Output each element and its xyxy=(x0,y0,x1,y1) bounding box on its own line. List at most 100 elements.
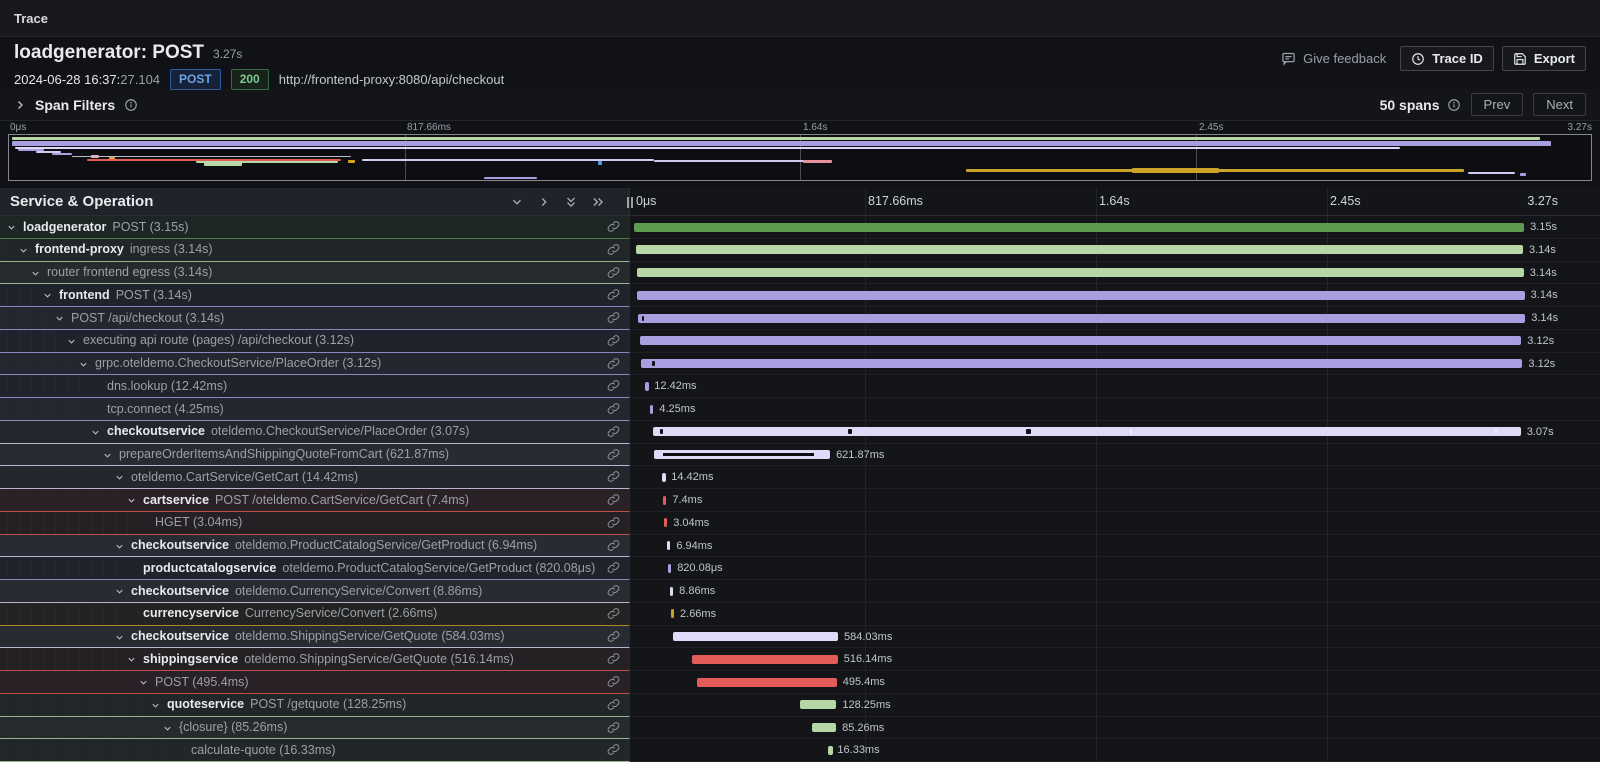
span-timeline-cell[interactable]: 820.08μs xyxy=(630,557,1600,580)
span-bar[interactable] xyxy=(673,632,838,641)
span-link-icon[interactable] xyxy=(607,493,620,506)
chevron-down-icon[interactable] xyxy=(78,359,89,370)
span-timeline-cell[interactable]: 16.33ms xyxy=(630,739,1600,762)
chevron-down-icon[interactable] xyxy=(126,654,137,665)
span-row[interactable]: checkoutserviceoteldemo.CurrencyService/… xyxy=(0,580,1600,603)
span-name-cell[interactable]: tcp.connect (4.25ms) xyxy=(0,398,630,421)
chevron-down-icon[interactable] xyxy=(42,290,53,301)
chevron-down-icon[interactable] xyxy=(6,222,17,233)
span-timeline-cell[interactable]: 621.87ms xyxy=(630,444,1600,467)
span-timeline-cell[interactable]: 495.4ms xyxy=(630,671,1600,694)
span-bar[interactable] xyxy=(697,678,837,687)
span-bar[interactable] xyxy=(650,405,653,414)
span-link-icon[interactable] xyxy=(607,334,620,347)
span-link-icon[interactable] xyxy=(607,448,620,461)
span-filters-label[interactable]: Span Filters xyxy=(35,97,115,113)
span-link-icon[interactable] xyxy=(607,675,620,688)
chevron-down-icon[interactable] xyxy=(162,723,173,734)
minimap-viewport[interactable] xyxy=(8,134,1592,181)
span-timeline-cell[interactable]: 4.25ms xyxy=(630,398,1600,421)
give-feedback-button[interactable]: Give feedback xyxy=(1275,47,1392,70)
span-link-icon[interactable] xyxy=(607,698,620,711)
span-link-icon[interactable] xyxy=(607,425,620,438)
span-bar[interactable] xyxy=(636,245,1523,254)
span-link-icon[interactable] xyxy=(607,516,620,529)
span-timeline-cell[interactable]: 6.94ms xyxy=(630,535,1600,558)
span-link-icon[interactable] xyxy=(607,652,620,665)
span-name-cell[interactable]: checkoutserviceoteldemo.ProductCatalogSe… xyxy=(0,535,630,558)
span-row[interactable]: frontendPOST (3.14s) 3.14s xyxy=(0,284,1600,307)
span-row[interactable]: POST (495.4ms) 495.4ms xyxy=(0,671,1600,694)
span-link-icon[interactable] xyxy=(607,630,620,643)
span-row[interactable]: tcp.connect (4.25ms) 4.25ms xyxy=(0,398,1600,421)
span-name-cell[interactable]: oteldemo.CartService/GetCart (14.42ms) xyxy=(0,466,630,489)
span-name-cell[interactable]: quoteservicePOST /getquote (128.25ms) xyxy=(0,694,630,717)
span-name-cell[interactable]: grpc.oteldemo.CheckoutService/PlaceOrder… xyxy=(0,353,630,376)
chevron-down-icon[interactable] xyxy=(126,495,137,506)
span-link-icon[interactable] xyxy=(607,357,620,370)
span-row[interactable]: router frontend egress (3.14s) 3.14s xyxy=(0,262,1600,285)
expand-all-icon[interactable] xyxy=(591,195,605,209)
span-timeline-cell[interactable]: 2.66ms xyxy=(630,603,1600,626)
span-link-icon[interactable] xyxy=(607,220,620,233)
span-bar[interactable] xyxy=(654,450,830,459)
chevron-down-icon[interactable] xyxy=(18,245,29,256)
span-row[interactable]: executing api route (pages) /api/checkou… xyxy=(0,330,1600,353)
span-bar[interactable] xyxy=(812,723,836,732)
span-link-icon[interactable] xyxy=(607,402,620,415)
export-button[interactable]: Export xyxy=(1502,46,1586,71)
chevron-down-icon[interactable] xyxy=(114,586,125,597)
span-bar[interactable] xyxy=(662,473,666,482)
span-row[interactable]: cartservicePOST /oteldemo.CartService/Ge… xyxy=(0,489,1600,512)
span-name-cell[interactable]: currencyserviceCurrencyService/Convert (… xyxy=(0,603,630,626)
span-name-cell[interactable]: HGET (3.04ms) xyxy=(0,512,630,535)
span-link-icon[interactable] xyxy=(607,743,620,756)
span-row[interactable]: checkoutserviceoteldemo.ProductCatalogSe… xyxy=(0,535,1600,558)
chevron-down-icon[interactable] xyxy=(66,336,77,347)
prev-button[interactable]: Prev xyxy=(1471,93,1524,116)
span-timeline-cell[interactable]: 516.14ms xyxy=(630,648,1600,671)
chevron-down-icon[interactable] xyxy=(150,700,161,711)
span-timeline-cell[interactable]: 3.14s xyxy=(630,284,1600,307)
span-timeline-cell[interactable]: 3.04ms xyxy=(630,512,1600,535)
span-bar[interactable] xyxy=(634,223,1524,232)
span-row[interactable]: grpc.oteldemo.CheckoutService/PlaceOrder… xyxy=(0,353,1600,376)
span-timeline-cell[interactable]: 12.42ms xyxy=(630,375,1600,398)
span-name-cell[interactable]: productcatalogserviceoteldemo.ProductCat… xyxy=(0,557,630,580)
span-row[interactable]: oteldemo.CartService/GetCart (14.42ms) 1… xyxy=(0,466,1600,489)
span-name-cell[interactable]: router frontend egress (3.14s) xyxy=(0,262,630,285)
span-row[interactable]: loadgeneratorPOST (3.15s) 3.15s xyxy=(0,216,1600,239)
span-bar[interactable] xyxy=(645,382,649,391)
span-link-icon[interactable] xyxy=(607,311,620,324)
chevron-down-icon[interactable] xyxy=(138,677,149,688)
collapse-one-icon[interactable] xyxy=(510,195,524,209)
span-link-icon[interactable] xyxy=(607,470,620,483)
span-bar[interactable] xyxy=(638,314,1525,323)
span-name-cell[interactable]: shippingserviceoteldemo.ShippingService/… xyxy=(0,648,630,671)
span-timeline-cell[interactable]: 128.25ms xyxy=(630,694,1600,717)
span-link-icon[interactable] xyxy=(607,379,620,392)
span-timeline-cell[interactable]: 584.03ms xyxy=(630,626,1600,649)
column-resize-handle[interactable] xyxy=(627,197,633,208)
chevron-down-icon[interactable] xyxy=(114,632,125,643)
span-bar[interactable] xyxy=(692,655,838,664)
span-bar[interactable] xyxy=(641,359,1523,368)
span-bar[interactable] xyxy=(667,541,670,550)
span-row[interactable]: {closure} (85.26ms) 85.26ms xyxy=(0,717,1600,740)
span-link-icon[interactable] xyxy=(607,721,620,734)
span-timeline-cell[interactable]: 8.86ms xyxy=(630,580,1600,603)
span-row[interactable]: currencyserviceCurrencyService/Convert (… xyxy=(0,603,1600,626)
span-timeline-cell[interactable]: 3.12s xyxy=(630,330,1600,353)
chevron-down-icon[interactable] xyxy=(30,268,41,279)
span-timeline-cell[interactable]: 3.14s xyxy=(630,307,1600,330)
span-bar[interactable] xyxy=(664,518,667,527)
span-link-icon[interactable] xyxy=(607,561,620,574)
span-name-cell[interactable]: cartservicePOST /oteldemo.CartService/Ge… xyxy=(0,489,630,512)
collapse-all-icon[interactable] xyxy=(564,195,578,209)
next-button[interactable]: Next xyxy=(1533,93,1586,116)
span-row[interactable]: HGET (3.04ms) 3.04ms xyxy=(0,512,1600,535)
span-timeline-cell[interactable]: 3.14s xyxy=(630,239,1600,262)
span-name-cell[interactable]: executing api route (pages) /api/checkou… xyxy=(0,330,630,353)
expand-one-icon[interactable] xyxy=(537,195,551,209)
span-row[interactable]: productcatalogserviceoteldemo.ProductCat… xyxy=(0,557,1600,580)
